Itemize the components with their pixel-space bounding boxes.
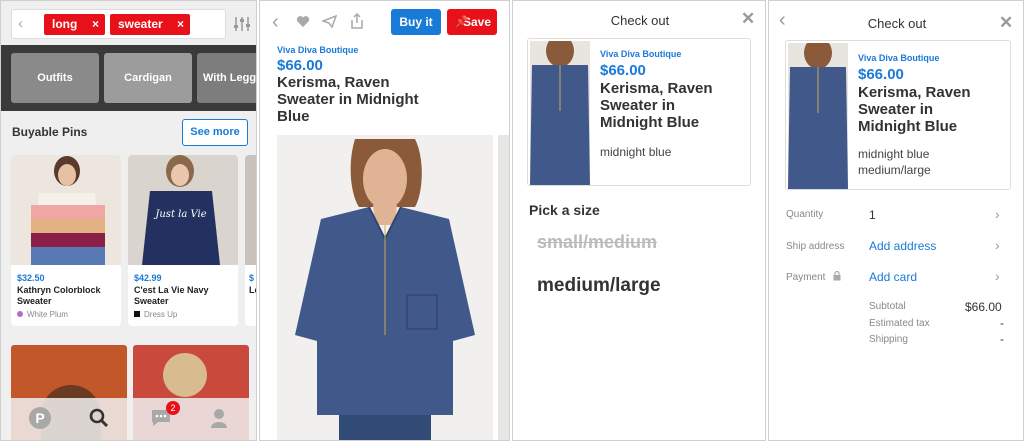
back-icon[interactable]: ‹: [18, 15, 23, 32]
quantity-label: Quantity: [786, 209, 824, 220]
size-option-small-medium: small/medium: [537, 232, 658, 252]
search-icon[interactable]: [89, 408, 109, 428]
category-bar: Outfits Cardigan With Legg: [1, 45, 257, 111]
size-option-medium-large[interactable]: medium/large: [537, 275, 661, 297]
product-price: $66.00: [600, 62, 646, 79]
pin-title: Lc: [249, 285, 256, 295]
checkout-summary-screen: ‹ Check out ✕ Viva Diva Boutique $66.00 …: [768, 0, 1024, 441]
hair-shape: [163, 353, 207, 397]
subtotal-label: Subtotal: [869, 301, 906, 312]
product-color: midnight blue: [858, 147, 930, 161]
product-size: medium/large: [858, 163, 931, 177]
product-image: Just la Vie: [128, 155, 238, 265]
chevron-right-icon[interactable]: ›: [995, 237, 1000, 253]
checkout-header: Check out: [867, 16, 927, 31]
remove-tag-icon[interactable]: ×: [92, 14, 99, 35]
product-title: Kerisma, Raven Sweater in Midnight Blue: [600, 80, 713, 131]
estimated-tax-label: Estimated tax: [869, 318, 930, 329]
chevron-right-icon[interactable]: ›: [995, 268, 1000, 284]
checkout-size-screen: Check out ✕ Viva Diva Boutique $66.00 Ke…: [512, 0, 766, 441]
pin-icon: 📌: [455, 16, 469, 28]
subtotal-value: $66.00: [965, 300, 1002, 314]
product-summary: Viva Diva Boutique $66.00 Kerisma, Raven…: [527, 38, 751, 186]
product-thumbnail: [788, 43, 848, 189]
category-label: Outfits: [37, 72, 73, 84]
search-tag-long[interactable]: long ×: [44, 14, 105, 35]
add-card-link[interactable]: Add card: [869, 270, 917, 284]
close-icon[interactable]: ✕: [741, 9, 755, 29]
section-title: Buyable Pins: [12, 125, 88, 139]
pin-price: $42.99: [134, 273, 162, 283]
store-name: Viva Diva Boutique: [600, 49, 682, 59]
category-with-leggings[interactable]: With Legg: [197, 53, 257, 103]
checkout-header: Check out: [610, 13, 670, 28]
pin-price: $: [249, 273, 255, 283]
shipping-label: Shipping: [869, 334, 908, 345]
close-icon[interactable]: ✕: [999, 13, 1013, 33]
category-outfits[interactable]: Outfits: [11, 53, 99, 103]
store-square-icon: [134, 311, 140, 317]
shipping-value: -: [1000, 332, 1004, 346]
pin-title: C'est La Vie Navy Sweater: [134, 285, 209, 306]
product-image: [11, 155, 121, 265]
estimated-tax-value: -: [1000, 316, 1004, 330]
notification-badge: 2: [166, 401, 180, 415]
send-icon[interactable]: [322, 15, 337, 28]
tag-label: sweater: [118, 17, 163, 31]
payment-label: Payment: [786, 272, 826, 283]
profile-icon[interactable]: [210, 408, 228, 428]
buyable-pin-card[interactable]: $ Lc: [245, 155, 256, 326]
pinterest-logo-icon[interactable]: P: [29, 407, 51, 429]
chevron-right-icon[interactable]: ›: [995, 206, 1000, 222]
lock-icon: [833, 271, 841, 281]
search-results-screen: ‹ long × sweater × Outfits Cardigan With L…: [0, 0, 257, 441]
buyable-pin-card[interactable]: Just la Vie $42.99 C'est La Vie Navy Swe…: [128, 155, 238, 326]
ship-address-label: Ship address: [786, 241, 845, 252]
pin-title: Kathryn Colorblock Sweater: [17, 285, 101, 306]
pin-source: White Plum: [27, 310, 68, 319]
category-label: Cardigan: [124, 72, 172, 84]
product-color: midnight blue: [600, 145, 672, 159]
store-name: Viva Diva Boutique: [858, 53, 940, 63]
product-title: Kerisma, Raven Sweater in Midnight Blue: [277, 74, 419, 125]
see-more-button[interactable]: See more: [182, 119, 248, 146]
tag-label: long: [52, 17, 78, 31]
search-tag-sweater[interactable]: sweater ×: [110, 14, 190, 35]
product-image[interactable]: [277, 135, 493, 440]
add-address-link[interactable]: Add address: [869, 239, 936, 253]
product-thumbnail: [530, 41, 590, 185]
search-bar[interactable]: ‹ long × sweater ×: [11, 9, 226, 39]
back-icon[interactable]: ‹: [272, 11, 279, 34]
product-price: $66.00: [858, 66, 904, 83]
quantity-value[interactable]: 1: [869, 208, 876, 222]
buyable-pin-card[interactable]: $32.50 Kathryn Colorblock Sweater White …: [11, 155, 121, 326]
save-button[interactable]: 📌 Save: [447, 9, 497, 35]
buy-it-button[interactable]: Buy it: [391, 9, 441, 35]
product-price: $66.00: [277, 57, 323, 74]
pin-price: $32.50: [17, 273, 45, 283]
remove-tag-icon[interactable]: ×: [177, 14, 184, 35]
tab-bar: P 2: [1, 398, 256, 440]
filter-icon[interactable]: [233, 15, 251, 33]
sweater-print: Just la Vie: [153, 209, 206, 220]
product-detail-screen: ‹ Buy it 📌 Save Viva Diva Boutique $66.0…: [259, 0, 510, 441]
pin-source: Dress Up: [144, 310, 178, 319]
next-image-peek[interactable]: [498, 135, 509, 440]
product-title: Kerisma, Raven Sweater in Midnight Blue: [858, 84, 971, 135]
category-label: With Legg: [203, 72, 257, 84]
store-name[interactable]: Viva Diva Boutique: [277, 45, 358, 55]
category-cardigan[interactable]: Cardigan: [104, 53, 192, 103]
product-summary: Viva Diva Boutique $66.00 Kerisma, Raven…: [785, 40, 1011, 190]
store-dot-icon: [17, 311, 23, 317]
share-icon[interactable]: [350, 13, 364, 29]
size-prompt: Pick a size: [529, 202, 600, 218]
product-image: [245, 155, 256, 265]
heart-icon[interactable]: [296, 15, 310, 28]
